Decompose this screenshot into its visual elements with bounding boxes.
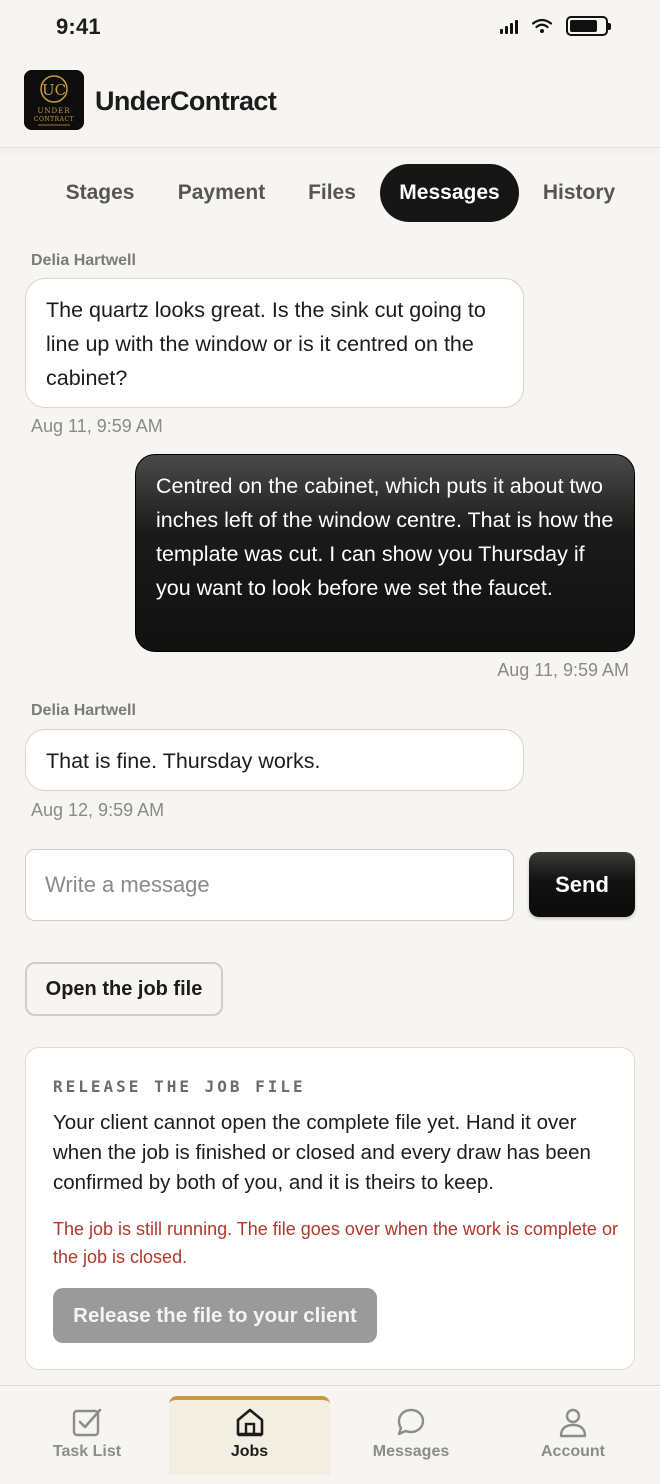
tab-messages[interactable]: Messages [380, 164, 519, 222]
nav-label: Task List [52, 1443, 122, 1460]
undercontract-logo-icon: UC UNDER CONTRACT [24, 70, 84, 130]
wifi-icon [532, 18, 552, 33]
nav-item-account[interactable]: Account [493, 1386, 653, 1484]
send-button[interactable]: Send [529, 852, 635, 917]
message-sender: Delia Hartwell [31, 702, 136, 719]
status-time: 9:41 [56, 14, 101, 39]
app-header: UC UNDER CONTRACT UnderContract [0, 56, 660, 148]
battery-icon [566, 16, 611, 36]
release-file-button: Release the file to your client [53, 1288, 377, 1343]
svg-text:UNDER: UNDER [37, 107, 70, 115]
tab-stages[interactable]: Stages [44, 164, 156, 222]
nav-item-messages[interactable]: Messages [331, 1386, 491, 1484]
nav-item-task-list[interactable]: Task List [7, 1386, 167, 1484]
message-timestamp: Aug 11, 9:59 AM [497, 660, 629, 680]
release-card-description: Your client cannot open the complete fil… [53, 1111, 591, 1194]
svg-text:CONTRACT: CONTRACT [34, 116, 74, 123]
nav-item-jobs[interactable]: Jobs [169, 1396, 330, 1475]
tab-files[interactable]: Files [292, 164, 372, 222]
tab-payment[interactable]: Payment [165, 164, 278, 222]
release-card-warning: The job is still running. The file goes … [53, 1219, 618, 1267]
checkbox-icon [72, 1408, 102, 1437]
status-bar: 9:41 [0, 0, 660, 56]
nav-label: Jobs [230, 1443, 269, 1460]
nav-label: Account [541, 1443, 605, 1460]
job-tabs: Stages Payment Files Messages History [0, 164, 660, 222]
tab-history[interactable]: History [528, 164, 630, 222]
open-job-file-button[interactable]: Open the job file [25, 962, 223, 1016]
message-bubble-incoming: The quartz looks great. Is the sink cut … [25, 278, 524, 408]
person-icon [559, 1408, 587, 1438]
nav-label: Messages [372, 1443, 450, 1460]
app-title: UnderContract [95, 86, 277, 116]
release-job-file-card: RELEASE THE JOB FILE Your client cannot … [25, 1047, 635, 1370]
bottom-navigation: Task List Jobs Messages Account [0, 1385, 660, 1484]
release-card-heading: RELEASE THE JOB FILE [53, 1077, 306, 1096]
message-timestamp: Aug 12, 9:59 AM [31, 800, 165, 820]
status-icons [500, 16, 611, 36]
message-bubble-outgoing: Centred on the cabinet, which puts it ab… [135, 454, 635, 652]
message-input[interactable] [25, 849, 514, 921]
message-timestamp: Aug 11, 9:59 AM [31, 416, 163, 436]
message-bubble-incoming: That is fine. Thursday works. [25, 729, 524, 791]
cellular-signal-icon [500, 18, 518, 34]
chat-bubble-icon [397, 1408, 425, 1436]
svg-text:UC: UC [42, 81, 66, 99]
home-icon [236, 1408, 263, 1437]
message-sender: Delia Hartwell [31, 252, 136, 269]
